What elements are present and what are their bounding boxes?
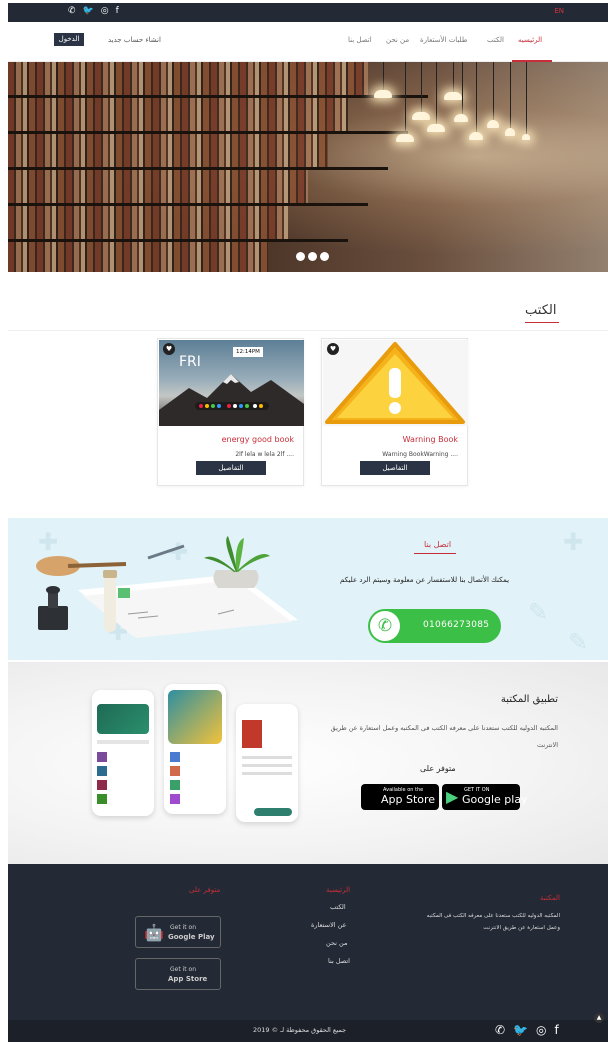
facebook-icon[interactable]: f bbox=[555, 1023, 559, 1037]
footer-link-books[interactable]: الكتب bbox=[330, 903, 346, 911]
google-play-bottom-text: Google play bbox=[462, 793, 528, 806]
instagram-icon[interactable]: ◎ bbox=[101, 6, 109, 16]
slider-dot-3[interactable] bbox=[320, 252, 329, 261]
app-store-bottom-text: App Store bbox=[381, 793, 436, 806]
svg-text:FRI: FRI bbox=[179, 354, 201, 370]
language-switch[interactable]: EN bbox=[554, 7, 568, 15]
copyright-label: جميع الحقوق محفوظة لـ bbox=[280, 1026, 347, 1034]
copyright-text: 2019 © جميع الحقوق محفوظة لـ bbox=[253, 1026, 346, 1034]
android-icon: 🤖 bbox=[144, 923, 164, 942]
footer-link-about[interactable]: من نحن bbox=[326, 939, 347, 947]
book-title[interactable]: Warning Book bbox=[403, 435, 458, 444]
whatsapp-number: 01066273085 bbox=[423, 620, 490, 630]
footer-link-contact[interactable]: اتصل بنا bbox=[328, 957, 350, 965]
footer-links-title[interactable]: الرئيسية bbox=[326, 886, 350, 894]
phone-mockup-3 bbox=[236, 704, 298, 822]
book-cover-warning bbox=[323, 340, 468, 426]
book-card[interactable]: ♥ Warning Book Warning BookWarning .... … bbox=[321, 338, 468, 486]
book-details-button[interactable]: التفاصيل bbox=[360, 461, 430, 475]
footer-app-store-bottom: App Store bbox=[168, 975, 208, 983]
footer-google-play-bottom: Google Play bbox=[168, 933, 215, 941]
book-description: Warning BookWarning .... bbox=[382, 451, 458, 458]
books-section-title: الكتب bbox=[525, 303, 557, 318]
twitter-icon[interactable]: 🐦 bbox=[83, 6, 94, 16]
whatsapp-icon[interactable]: ✆ bbox=[495, 1023, 505, 1037]
book-card[interactable]: FRI 12:14PM ♥ energy good book 2lf lela … bbox=[157, 338, 304, 486]
facebook-icon[interactable]: f bbox=[116, 6, 119, 16]
footer: المكتبة المكتبه الدوليه للكتب ستعدنا على… bbox=[8, 864, 608, 1020]
register-link[interactable]: انشاء حساب جديد bbox=[108, 36, 161, 44]
contact-text: يمكنك الأتصال بنا للاستفسار عن معلومة وس… bbox=[340, 576, 510, 584]
footer-available-title: متوفر على bbox=[189, 886, 221, 894]
section-divider bbox=[8, 330, 608, 331]
footer-app-store-button[interactable]: Get it on App Store bbox=[135, 958, 221, 990]
whatsapp-icon: ✆ bbox=[370, 611, 400, 641]
top-social-links: ✆ 🐦 ◎ f bbox=[68, 6, 119, 16]
main-navbar: الرئيسيه الكتب طلبات الأستعارة من نحن ات… bbox=[8, 22, 608, 62]
whatsapp-button[interactable]: ✆ 01066273085 bbox=[368, 609, 501, 643]
whatsapp-icon[interactable]: ✆ bbox=[68, 6, 76, 16]
favorite-heart-icon[interactable]: ♥ bbox=[327, 343, 339, 355]
nav-home[interactable]: الرئيسيه bbox=[518, 36, 542, 44]
slider-dot-2[interactable] bbox=[308, 252, 317, 261]
nav-about[interactable]: من نحن bbox=[386, 36, 409, 44]
slider-dot-1[interactable] bbox=[296, 252, 305, 261]
favorite-heart-icon[interactable]: ♥ bbox=[163, 343, 175, 355]
nav-contact[interactable]: اتصل بنا bbox=[348, 36, 372, 44]
contact-title: اتصل بنا bbox=[424, 540, 452, 549]
instagram-icon[interactable]: ◎ bbox=[536, 1023, 546, 1037]
footer-social-links: ✆ 🐦 ◎ f bbox=[495, 1023, 559, 1037]
cover-clock-text: 12:14PM bbox=[236, 349, 260, 355]
login-button[interactable]: الدخول bbox=[54, 33, 84, 46]
footer-library-text: المكتبه الدوليه للكتب ستعدنا على معرفه ا… bbox=[426, 913, 560, 931]
app-title: تطبيق المكتبة bbox=[500, 694, 558, 705]
top-bar: ✆ 🐦 ◎ f EN bbox=[8, 3, 608, 22]
app-store-button[interactable]: Available on the App Store bbox=[361, 784, 439, 810]
lang-en[interactable]: EN bbox=[554, 7, 564, 15]
footer-google-play-top: Get it on bbox=[170, 924, 197, 931]
book-details-button[interactable]: التفاصيل bbox=[196, 461, 266, 475]
scroll-to-top-button[interactable]: ▲ bbox=[594, 1013, 604, 1023]
app-screenshots bbox=[82, 682, 312, 824]
nav-borrow-requests[interactable]: طلبات الأستعارة bbox=[420, 36, 467, 44]
contact-illustration bbox=[8, 518, 308, 660]
phone-mockup-1 bbox=[92, 690, 154, 816]
twitter-icon[interactable]: 🐦 bbox=[513, 1023, 528, 1037]
contact-section: ✚ ✚ ✚ ✎ ✚ ✎ ✎ اتصل بنا يمكنك الأتصال بنا… bbox=[8, 518, 608, 660]
app-description: المكتبه الدوليه للكتب ستعدنا على معرفه ا… bbox=[330, 724, 558, 749]
copyright-year: 2019 © bbox=[253, 1026, 279, 1034]
phone-mockup-2 bbox=[164, 684, 226, 814]
book-cover-mountain: FRI 12:14PM bbox=[159, 340, 304, 426]
hero-slider bbox=[8, 62, 608, 272]
available-on-label: متوفر على bbox=[420, 764, 456, 773]
app-section: تطبيق المكتبة المكتبه الدوليه للكتب ستعد… bbox=[8, 662, 608, 864]
footer-library-title: المكتبة bbox=[540, 894, 560, 902]
google-play-icon: ▶ bbox=[446, 787, 459, 806]
copyright-bar: 2019 © جميع الحقوق محفوظة لـ ✆ 🐦 ◎ f bbox=[8, 1020, 608, 1042]
footer-app-store-top: Get it on bbox=[170, 966, 197, 973]
footer-link-borrowing[interactable]: عن الاستعارة bbox=[311, 921, 346, 929]
footer-google-play-button[interactable]: 🤖 Get it on Google Play bbox=[135, 916, 221, 948]
book-description: 2lf lela w lela 2lf .... bbox=[235, 451, 294, 458]
contact-title-underline bbox=[414, 553, 456, 554]
books-title-underline bbox=[525, 322, 559, 323]
book-title[interactable]: energy good book bbox=[222, 435, 294, 444]
nav-books[interactable]: الكتب bbox=[487, 36, 504, 44]
google-play-button[interactable]: ▶ GET IT ON Google play bbox=[442, 784, 528, 810]
